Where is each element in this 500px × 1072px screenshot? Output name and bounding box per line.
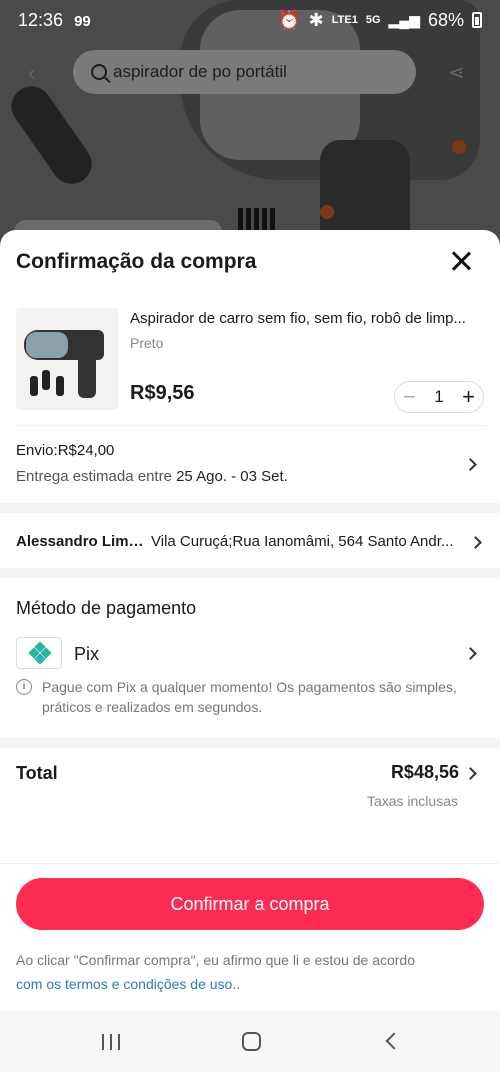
search-input[interactable]: aspirador de po portátil: [73, 50, 416, 94]
divider: [16, 425, 486, 426]
signal-icon: ▂▄▆: [388, 11, 420, 28]
chevron-right-icon: [464, 767, 477, 780]
payment-info: i Pague com Pix a qualquer momento! Os p…: [16, 677, 486, 717]
bluetooth-icon: ✱: [308, 9, 324, 30]
quantity-value: 1: [434, 387, 444, 406]
increase-quantity-button[interactable]: +: [462, 386, 475, 408]
delivery-dates: 25 Ago. - 03 Set.: [176, 468, 288, 485]
clock: 12:36: [18, 9, 64, 30]
purchase-confirmation-sheet: Confirmação da compra Aspirador de carro…: [0, 230, 500, 1010]
product-thumbnail: [16, 308, 118, 410]
system-nav-bar: [0, 1010, 500, 1072]
top-bar: ‹ aspirador de po portátil ⋖: [0, 48, 500, 96]
product-title: Aspirador de carro sem fio, sem fio, rob…: [130, 310, 466, 327]
search-query: aspirador de po portátil: [113, 62, 287, 81]
pix-logo: [16, 637, 62, 669]
section-gap: [0, 503, 500, 513]
decrease-quantity-button[interactable]: −: [403, 386, 416, 408]
recipient-name: Alessandro Lima...: [16, 533, 146, 550]
back-icon[interactable]: [385, 1032, 403, 1050]
chevron-right-icon: [464, 647, 477, 660]
product-price: R$9,56: [130, 382, 195, 404]
payment-method-row[interactable]: Pix: [0, 635, 500, 675]
delivery-estimate: Entrega estimada entre 25 Ago. - 03 Set.: [16, 468, 288, 485]
pix-icon: [28, 641, 52, 665]
payment-method-name: Pix: [74, 644, 100, 664]
address-row[interactable]: Alessandro Lima... Vila Curuçá;Rua Ianom…: [0, 515, 500, 570]
confirm-purchase-button[interactable]: Confirmar a compra: [16, 878, 484, 930]
battery-percent: 68%: [427, 9, 464, 30]
quantity-stepper: − 1 +: [394, 381, 484, 413]
recent-apps-icon[interactable]: [102, 1034, 122, 1050]
network-label: 5G: [365, 14, 381, 26]
search-icon: [91, 64, 107, 80]
product-item: Aspirador de carro sem fio, sem fio, rob…: [0, 300, 500, 425]
address-line: Vila Curuçá;Rua Ianomâmi, 564 Santo Andr…: [151, 533, 454, 550]
chevron-right-icon: [469, 536, 482, 549]
delivery-estimate-prefix: Entrega estimada entre: [16, 468, 177, 485]
share-icon[interactable]: ⋖: [448, 60, 465, 85]
total-value: R$48,56: [390, 762, 459, 782]
close-icon[interactable]: [446, 246, 476, 276]
tax-note: Taxas inclusas: [366, 793, 458, 809]
legal-text: Ao clicar "Confirmar compra", eu afirmo …: [16, 952, 416, 968]
terms-link[interactable]: com os termos e condições de uso..: [16, 976, 240, 992]
payment-method-title: Método de pagamento: [16, 598, 197, 618]
battery-icon: [472, 12, 482, 28]
volte-label: LTE1: [331, 14, 358, 26]
home-icon[interactable]: [242, 1032, 261, 1051]
payment-info-text: Pague com Pix a qualquer momento! Os pag…: [42, 679, 457, 715]
section-gap: [0, 568, 500, 578]
shipping-row[interactable]: Envio:R$24,00 Entrega estimada entre 25 …: [0, 430, 500, 500]
divider: [0, 863, 500, 864]
sheet-title: Confirmação da compra: [16, 250, 257, 273]
section-gap: [0, 738, 500, 748]
legal-notice: Ao clicar "Confirmar compra", eu afirmo …: [16, 948, 486, 996]
product-variant: Preto: [130, 335, 164, 351]
shipping-cost: Envio:R$24,00: [16, 442, 115, 459]
total-label: Total: [16, 763, 58, 783]
status-bar: 12:36 99 ⏰ ✱ LTE1 5G ▂▄▆ 68%: [0, 0, 500, 40]
back-arrow-icon[interactable]: ‹: [28, 60, 35, 86]
notification-badge: 99: [74, 12, 91, 30]
chevron-right-icon: [464, 458, 477, 471]
alarm-icon: ⏰: [278, 9, 301, 30]
info-icon: i: [16, 679, 32, 695]
